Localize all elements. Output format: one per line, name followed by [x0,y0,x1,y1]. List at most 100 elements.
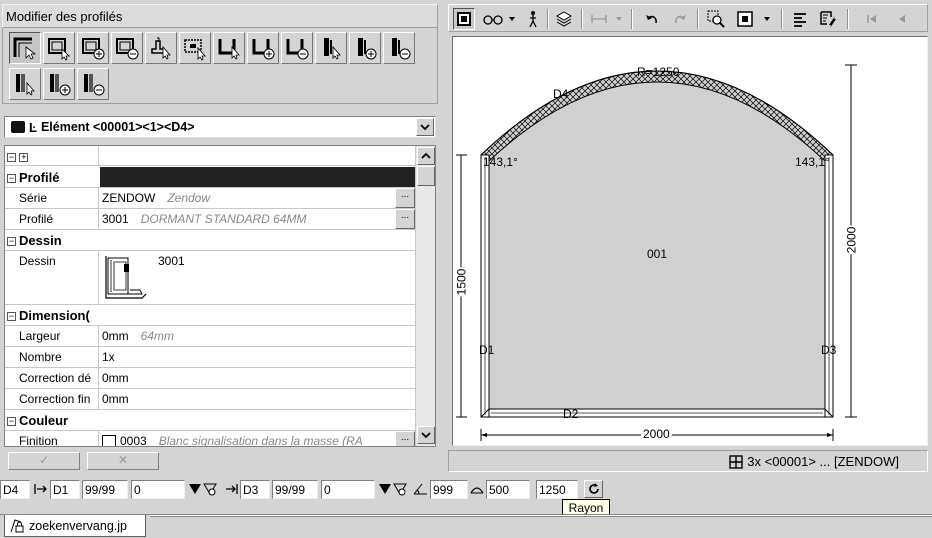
select-mullion-tool[interactable] [315,32,347,64]
grid-category-row[interactable]: − Dimension( [5,305,415,326]
grid-property-row[interactable]: Correction dé 0mm [5,368,415,389]
scroll-thumb[interactable] [417,166,435,186]
end-ratio-field[interactable]: 99/99 [272,480,318,499]
dim-left-label: 1500 [454,267,469,297]
dim-bottom-label: 2000 [641,427,672,441]
property-value[interactable]: 3001 DORMANT STANDARD 64MM [100,209,415,229]
toolbar-separator [847,9,849,29]
property-name: Dessin [5,251,99,304]
frame-view-icon[interactable] [453,8,475,30]
align-text-icon[interactable] [789,8,811,30]
value-description: DORMANT STANDARD 64MM [140,212,307,226]
property-value[interactable]: 0mm 64mm [100,326,415,346]
redo-icon[interactable] [669,8,691,30]
arch-height-field[interactable]: 500 [486,480,530,499]
profile-tools [2,28,438,104]
person-icon[interactable] [525,8,541,30]
cancel-button[interactable]: ✕ [87,452,159,470]
property-value[interactable]: 0mm [100,389,415,409]
start-profile-field[interactable]: D1 [50,480,80,499]
property-name: Finition [5,431,99,446]
element-selector[interactable]: Ŀ Elément <00001><1><D4> [4,116,436,138]
collapse-icon[interactable]: − [7,417,16,426]
zoom-window-icon[interactable] [705,8,727,30]
browse-button[interactable]: ... [395,431,415,446]
angle-right-label: 143,1° [795,155,830,169]
grid-category-row[interactable]: − Dessin [5,230,415,251]
property-value[interactable]: ZENDOW Zendow [100,188,415,208]
refresh-icon[interactable] [584,480,603,498]
property-value[interactable]: 0003 Blanc signalisation dans la masse (R… [100,431,415,446]
current-profile-field[interactable]: D4 [0,480,30,499]
grid-property-row[interactable]: Profilé 3001 DORMANT STANDARD 64MM... [5,209,415,230]
start-offset-field[interactable]: 0 [131,480,185,499]
remove-transom-tool[interactable] [281,32,313,64]
collapse-icon[interactable]: − [7,237,16,246]
browse-button[interactable]: ... [395,209,415,229]
grid-property-row[interactable]: Largeur 0mm 64mm [5,326,415,347]
remove-mullion-tool[interactable] [383,32,415,64]
grid-property-row[interactable]: Dessin 3001 [5,251,415,305]
undo-icon[interactable] [641,8,663,30]
select-sash-tool[interactable] [43,32,75,64]
add-profile-tool[interactable] [43,68,75,100]
property-value[interactable]: 0mm [100,368,415,388]
select-hardware-tool[interactable] [145,32,177,64]
color-swatch-icon [11,121,25,133]
select-profile-tool[interactable] [9,68,41,100]
grid-category-row[interactable]: − Profilé [5,167,415,188]
angle-field[interactable]: 999 [430,480,468,499]
grid-property-row[interactable]: Correction fin 0mm [5,389,415,410]
panel-title: Modifier des profilés [2,4,438,28]
lock-document-icon [10,518,24,532]
select-transom-tool[interactable] [213,32,245,64]
zoom-extents-icon[interactable] [735,8,775,30]
grid-property-row[interactable]: Finition 0003 Blanc signalisation dans la … [5,431,415,446]
collapse-icon[interactable]: − [7,174,16,183]
dimension-icon[interactable] [589,8,625,30]
grid-header: − + [5,146,415,166]
remove-profile-tool[interactable] [77,68,109,100]
end-profile-field[interactable]: D3 [240,480,270,499]
grid-scrollbar[interactable] [415,146,435,446]
radius-field[interactable]: 1250 [536,480,578,499]
properties-edit-icon[interactable] [817,8,841,30]
category-label: Profilé [19,170,60,185]
element-number-label: 001 [647,247,668,261]
value-text: 0mm [102,329,129,343]
tab-zoekenvervang[interactable]: zoekenvervang.jp [4,515,146,537]
toolbar-separator [581,9,583,29]
first-page-icon[interactable] [863,8,881,30]
browse-button[interactable]: ... [395,188,415,208]
scroll-down-icon[interactable] [417,426,435,444]
toolbar-separator [547,9,549,29]
drawing-toolbar [448,4,928,32]
add-transom-tool[interactable] [247,32,279,64]
add-sash-tool[interactable] [77,32,109,64]
grid-property-row[interactable]: Série ZENDOW Zendow... [5,188,415,209]
chevron-down-icon[interactable] [416,118,434,136]
property-value[interactable]: 3001 [100,251,415,304]
collapse-icon[interactable]: − [7,312,16,321]
start-ratio-field[interactable]: 99/99 [82,480,128,499]
layers-icon[interactable] [553,8,575,30]
end-offset-field[interactable]: 0 [321,480,375,499]
select-glazing-tool[interactable] [179,32,211,64]
property-name: Correction fin [5,389,99,409]
tab-label: zoekenvervang.jp [29,518,127,533]
grid-property-row[interactable]: Nombre 1x [5,347,415,368]
remove-sash-tool[interactable] [111,32,143,64]
property-value[interactable]: 1x [100,347,415,367]
selected-value-bar [100,167,415,187]
previous-page-icon[interactable] [893,8,911,30]
select-frame-tool[interactable] [9,32,41,64]
add-mullion-tool[interactable] [349,32,381,64]
scroll-up-icon[interactable] [417,147,435,165]
end-cut-icon [378,481,428,497]
expand-collapse-icons[interactable]: − + [5,146,99,165]
grid-category-row[interactable]: − Couleur [5,410,415,431]
glasses-view-icon[interactable] [481,8,517,30]
ok-button[interactable]: ✓ [8,452,80,470]
dim-right-label: 2000 [844,225,859,255]
drawing-canvas[interactable]: R=1250 D4 143,1° 143,1° 001 D1 D3 D2 150… [452,36,928,446]
